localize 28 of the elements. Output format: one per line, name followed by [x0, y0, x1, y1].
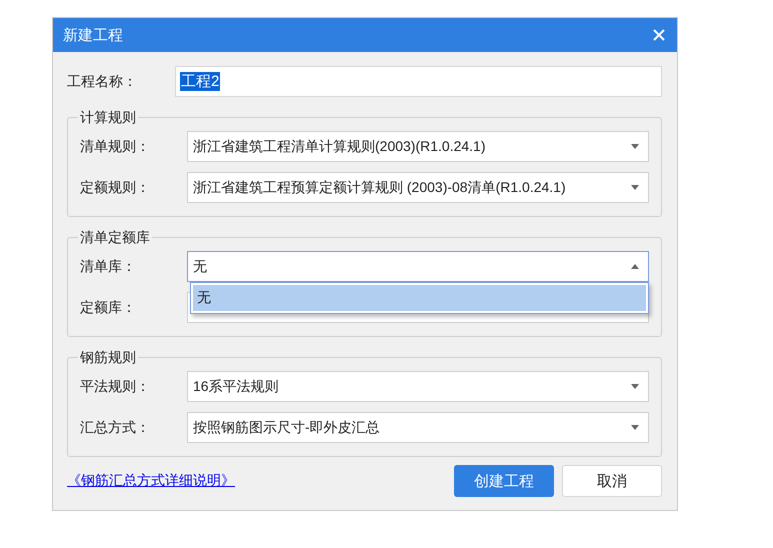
name-input-field[interactable]: 工程2: [175, 66, 662, 97]
cancel-button[interactable]: 取消: [562, 465, 662, 497]
caret-up-icon: [631, 264, 639, 269]
dropdown-option[interactable]: 无: [193, 285, 646, 311]
group-title: 钢筋规则: [78, 349, 138, 365]
field-label: 汇总方式：: [80, 418, 151, 436]
field-label: 定额库：: [80, 298, 137, 316]
dropdown-field[interactable]: 16系平法规则: [187, 371, 649, 402]
caret-down-icon: [631, 144, 639, 149]
dropdown-field[interactable]: 按照钢筋图示尺寸-即外皮汇总: [187, 412, 649, 443]
dropdown-field[interactable]: 浙江省建筑工程清单计算规则(2003)(R1.0.24.1): [187, 131, 649, 162]
field-label: 平法规则：: [80, 378, 151, 396]
caret-down-icon: [631, 185, 639, 190]
caret-down-icon: [631, 384, 639, 389]
window-title: 新建工程: [63, 26, 123, 44]
selected-text: 工程2: [180, 72, 220, 91]
field-label: 工程名称：: [67, 72, 138, 90]
field-label: 清单库：: [80, 258, 137, 276]
close-icon[interactable]: [653, 29, 665, 41]
create-button[interactable]: 创建工程: [454, 465, 554, 497]
help-link[interactable]: 《钢筋汇总方式详细说明》: [67, 472, 235, 490]
dropdown-field[interactable]: 无: [187, 251, 649, 282]
field-label: 定额规则：: [80, 178, 151, 196]
group-title: 清单定额库: [78, 229, 152, 245]
group-title: 计算规则: [78, 109, 138, 125]
dropdown-field[interactable]: 浙江省建筑工程预算定额计算规则 (2003)-08清单(R1.0.24.1): [187, 172, 649, 203]
field-label: 清单规则：: [80, 138, 151, 156]
caret-down-icon: [631, 425, 639, 430]
